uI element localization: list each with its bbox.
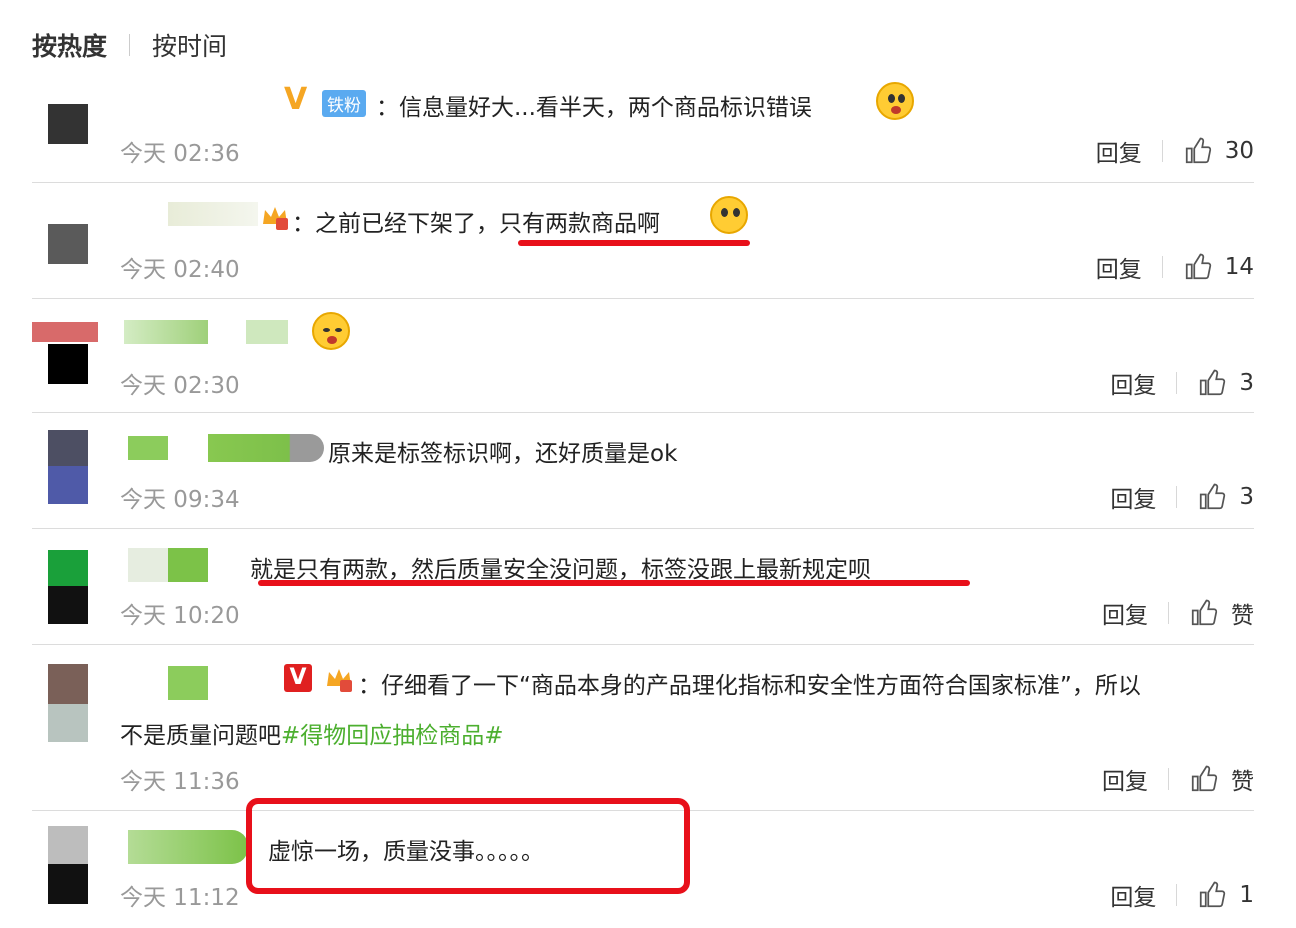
comment-actions: 回复 赞 [1102,762,1254,796]
like-button[interactable]: 3 [1197,482,1254,512]
like-button[interactable]: 赞 [1189,596,1254,630]
thumbs-up-icon [1200,483,1226,510]
like-button[interactable]: 1 [1197,880,1254,910]
comment-text: 就是只有两款，然后质量安全没问题，标签没跟上最新规定呗 [250,557,871,583]
comment-divider [32,412,1254,413]
red-underline-annotation [518,240,750,246]
username-blurred[interactable] [124,320,208,344]
avatar[interactable] [48,430,88,504]
thumbs-up-icon [1191,765,1218,792]
comment-divider [32,298,1254,299]
comment-divider [32,182,1254,183]
like-count: 1 [1239,882,1254,908]
avatar[interactable] [48,826,88,904]
username-blurred[interactable] [128,830,248,864]
reply-button[interactable]: 回复 [1110,366,1156,400]
comment-item: 就是只有两款，然后质量安全没问题，标签没跟上最新规定呗 今天 10:20 回复 … [32,530,1254,644]
thumbs-up-icon [1200,369,1226,396]
comment-item: 虚惊一场，质量没事。。。。。 今天 11:12 回复 1 [32,798,1254,924]
like-button[interactable]: 赞 [1189,762,1254,796]
tongue-emoji-icon [876,82,914,120]
comment-time: 今天 02:30 [120,373,240,399]
crown-badge-icon [263,207,288,230]
comment-item: 今天 02:30 回复 3 [32,300,1254,412]
comment-text: 原来是标签标识啊，还好质量是ok [328,441,678,467]
comment-actions: 回复 赞 [1102,596,1254,630]
comment-time: 今天 09:34 [120,487,240,513]
comment-actions: 回复 1 [1110,878,1254,912]
avatar[interactable] [48,664,88,742]
sort-by-hot-tab[interactable]: 按热度 [32,27,107,63]
username-blurred[interactable] [128,548,208,582]
sort-bar: 按热度 按时间 [32,28,227,62]
comment-time: 今天 02:40 [120,257,240,283]
like-count: 3 [1239,484,1254,510]
blushing-emoji-icon [312,312,350,350]
comment-time: 今天 02:36 [120,141,240,167]
comment-item: 原来是标签标识啊，还好质量是ok 今天 09:34 回复 3 [32,414,1254,528]
reply-button[interactable]: 回复 [1096,134,1142,168]
reply-button[interactable]: 回复 [1110,480,1156,514]
avatar[interactable] [48,104,88,144]
like-button[interactable]: 14 [1183,252,1254,282]
comment-divider [32,528,1254,529]
comment-text-line2: 不是质量问题吧#得物回应抽检商品# [120,723,504,749]
comment-actions: 回复 14 [1096,250,1254,284]
thumbs-up-icon [1185,137,1211,164]
verified-badge-icon: V [284,82,308,117]
username-blurred[interactable] [168,666,208,700]
like-label: 赞 [1231,603,1254,629]
comment-text: ：仔细看了一下“商品本身的产品理化指标和安全性方面符合国家标准”，所以 [358,673,1141,699]
reply-button[interactable]: 回复 [1110,878,1156,912]
username-blurred[interactable] [246,320,288,344]
comment-time: 今天 10:20 [120,603,240,629]
like-count: 14 [1224,254,1254,280]
worried-emoji-icon [710,196,748,234]
avatar[interactable] [32,322,98,384]
reply-button[interactable]: 回复 [1096,250,1142,284]
username-blurred[interactable] [128,436,168,460]
reply-button[interactable]: 回复 [1102,596,1148,630]
avatar[interactable] [48,550,88,624]
comment-divider [32,644,1254,645]
sort-divider [129,34,131,56]
comment-text: ：之前已经下架了，只有两款商品啊 [292,211,660,237]
crown-badge-icon [327,669,352,692]
comment-text: ：信息量好大...看半天，两个商品标识错误 [376,95,812,121]
sort-by-time-tab[interactable]: 按时间 [152,27,227,63]
username-blurred[interactable] [208,434,324,462]
comment-item: V ：仔细看了一下“商品本身的产品理化指标和安全性方面符合国家标准”，所以 不是… [32,646,1254,810]
comment-item: V 铁粉 ：信息量好大...看半天，两个商品标识错误 今天 02:36 回复 3… [32,80,1254,182]
fan-badge: 铁粉 [322,90,366,117]
thumbs-up-icon [1191,599,1218,626]
avatar[interactable] [48,224,88,264]
comment-time: 今天 11:12 [120,885,240,911]
red-underline-annotation [258,580,970,586]
username-blurred[interactable] [168,202,258,226]
comment-item: ：之前已经下架了，只有两款商品啊 今天 02:40 回复 14 [32,184,1254,298]
thumbs-up-icon [1185,253,1211,280]
comment-actions: 回复 3 [1110,366,1254,400]
like-count: 3 [1239,370,1254,396]
comment-actions: 回复 3 [1110,480,1254,514]
verified-v-badge-icon: V [284,664,312,692]
like-label: 赞 [1231,769,1254,795]
comment-actions: 回复 30 [1096,134,1254,168]
reply-button[interactable]: 回复 [1102,762,1148,796]
like-button[interactable]: 30 [1183,136,1254,166]
like-count: 30 [1224,138,1254,164]
like-button[interactable]: 3 [1197,368,1254,398]
thumbs-up-icon [1200,881,1226,908]
topic-hashtag-link[interactable]: #得物回应抽检商品# [281,723,504,749]
comment-time: 今天 11:36 [120,769,240,795]
red-box-annotation [246,798,690,894]
